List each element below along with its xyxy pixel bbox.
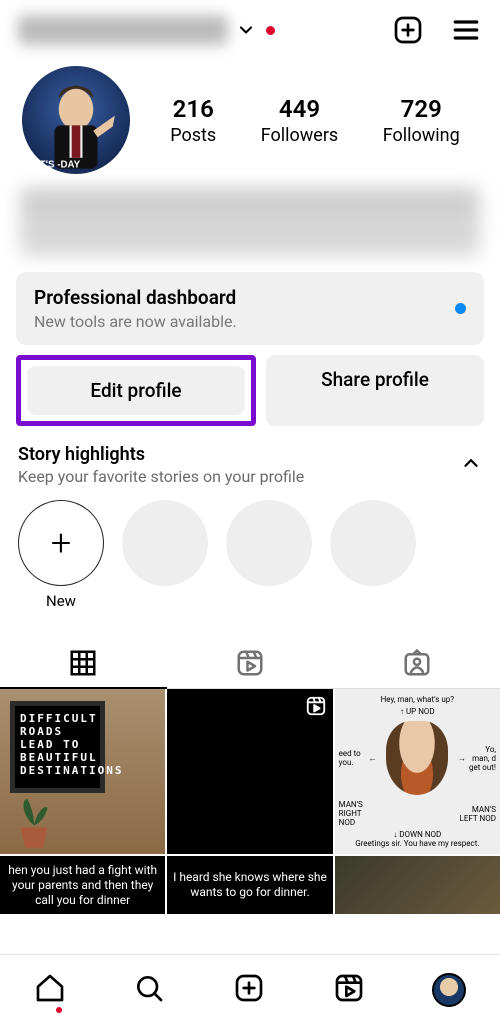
post-text-overlay: hen you just had a fight with your paren… xyxy=(4,863,161,908)
plus-icon: + xyxy=(18,500,104,586)
post-thumbnail[interactable]: DIFFICULT ROADS LEAD TO BEAUTIFUL DESTIN… xyxy=(0,689,165,854)
create-post-button[interactable] xyxy=(392,14,424,46)
share-profile-button[interactable]: Share profile xyxy=(266,355,484,426)
stat-following-label: Following xyxy=(383,125,460,146)
profile-summary: IT'S -DAY 216 Posts 449 Followers 729 Fo… xyxy=(0,56,500,178)
profile-header xyxy=(0,0,500,56)
posts-grid: DIFFICULT ROADS LEAD TO BEAUTIFUL DESTIN… xyxy=(0,689,500,914)
post-thumbnail[interactable]: hen you just had a fight with your paren… xyxy=(0,856,165,914)
nav-home-dot-icon xyxy=(56,1007,62,1013)
meme-face-icon xyxy=(386,721,448,795)
pro-dashboard-dot-icon xyxy=(455,303,466,314)
bottom-navigation xyxy=(0,954,500,1024)
meme-text: eed to you. xyxy=(339,749,361,767)
nav-avatar-icon xyxy=(432,973,466,1007)
stat-following[interactable]: 729 Following xyxy=(383,95,460,146)
profile-stats: 216 Posts 449 Followers 729 Following xyxy=(148,95,482,146)
tab-tagged[interactable] xyxy=(333,636,500,688)
nav-home-button[interactable] xyxy=(34,972,66,1008)
meme-text: Yo, man, d get out! xyxy=(469,745,496,772)
profile-avatar[interactable]: IT'S -DAY xyxy=(22,66,130,174)
professional-dashboard-card[interactable]: Professional dashboard New tools are now… xyxy=(16,272,484,345)
highlight-new[interactable]: + New xyxy=(18,500,104,610)
username-obscured xyxy=(18,15,228,45)
edit-profile-button[interactable]: Edit profile xyxy=(27,366,245,415)
highlight-placeholder xyxy=(330,500,416,610)
post-thumbnail[interactable] xyxy=(335,856,500,914)
tab-reels[interactable] xyxy=(167,636,334,688)
account-switcher[interactable] xyxy=(236,20,256,40)
highlights-title: Story highlights xyxy=(18,444,460,465)
bio-obscured xyxy=(20,188,480,256)
nav-reels-button[interactable] xyxy=(333,972,365,1008)
svg-text:IT'S -DAY: IT'S -DAY xyxy=(37,160,81,171)
stat-followers[interactable]: 449 Followers xyxy=(261,95,339,146)
post-thumbnail[interactable] xyxy=(167,689,332,854)
meme-text: UP NOD xyxy=(406,707,435,716)
profile-action-buttons: Edit profile Share profile xyxy=(0,355,500,426)
highlight-placeholder xyxy=(226,500,312,610)
tab-grid[interactable] xyxy=(0,636,167,688)
profile-content-tabs xyxy=(0,636,500,689)
stat-followers-count: 449 xyxy=(261,95,339,123)
post-text-overlay: I heard she knows where she wants to go … xyxy=(171,870,328,900)
stat-posts-count: 216 xyxy=(170,95,216,123)
nav-profile-button[interactable] xyxy=(432,973,466,1007)
meme-text: Greetings sir. You have my respect. xyxy=(339,839,496,848)
post-text-overlay: DIFFICULT ROADS LEAD TO BEAUTIFUL DESTIN… xyxy=(10,701,105,793)
highlights-subtitle: Keep your favorite stories on your profi… xyxy=(18,467,460,486)
stat-posts-label: Posts xyxy=(170,125,216,146)
story-highlights-section: Story highlights Keep your favorite stor… xyxy=(0,426,500,622)
meme-text: DOWN NOD xyxy=(399,830,441,839)
highlight-new-label: New xyxy=(18,592,104,610)
highlight-placeholder xyxy=(122,500,208,610)
post-thumbnail[interactable]: Hey, man, what's up? ↑ UP NOD eed to you… xyxy=(335,689,500,854)
meme-text: Hey, man, what's up? xyxy=(339,695,496,704)
stat-followers-label: Followers xyxy=(261,125,339,146)
stat-following-count: 729 xyxy=(383,95,460,123)
meme-text: MAN'S LEFT NOD xyxy=(456,805,496,823)
reel-badge-icon xyxy=(305,695,327,720)
stat-posts[interactable]: 216 Posts xyxy=(170,95,216,146)
hamburger-menu-button[interactable] xyxy=(450,14,482,46)
highlights-collapse-button[interactable] xyxy=(460,452,482,478)
post-thumbnail[interactable]: I heard she knows where she wants to go … xyxy=(167,856,332,914)
tutorial-highlight-box: Edit profile xyxy=(16,355,256,426)
nav-create-button[interactable] xyxy=(233,972,265,1008)
meme-text: MAN'S RIGHT NOD xyxy=(339,800,379,827)
nav-search-button[interactable] xyxy=(133,972,165,1008)
notification-dot-icon xyxy=(266,26,275,35)
pro-dashboard-subtitle: New tools are now available. xyxy=(34,312,445,331)
pro-dashboard-title: Professional dashboard xyxy=(34,286,445,309)
